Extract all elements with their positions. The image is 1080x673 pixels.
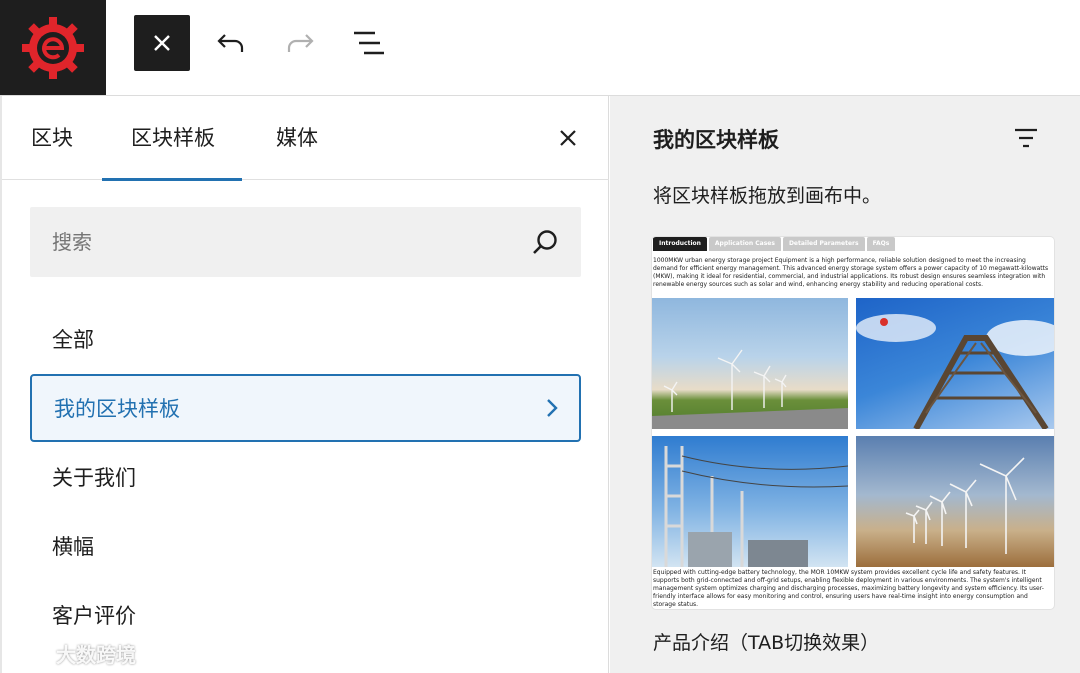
next-pattern-title[interactable]: 产品介绍（TAB切换效果） — [653, 628, 879, 655]
category-label: 全部 — [52, 328, 94, 352]
close-inserter-button[interactable] — [134, 15, 190, 71]
search-box — [30, 207, 581, 277]
search-icon[interactable] — [530, 228, 560, 258]
close-icon — [154, 35, 170, 51]
tab-patterns[interactable]: 区块样板 — [102, 122, 242, 181]
desert-wind-farm-image — [856, 436, 1054, 567]
pattern-tab: Introduction — [653, 237, 707, 251]
pattern-tab: Detailed Parameters — [782, 237, 865, 251]
substation-image — [652, 436, 848, 567]
category-all[interactable]: 全部 — [30, 305, 581, 373]
pattern-tab: FAQs — [866, 237, 896, 251]
close-icon — [560, 130, 576, 146]
filter-icon — [1015, 128, 1037, 148]
category-my-patterns[interactable]: 我的区块样板 — [30, 374, 581, 442]
preview-hint: 将区块样板拖放到画布中。 — [653, 185, 882, 207]
tab-blocks[interactable]: 区块 — [31, 122, 73, 180]
pattern-outro-text: Equipped with cutting-edge battery techn… — [653, 569, 1044, 608]
category-about-us[interactable]: 关于我们 — [30, 443, 581, 511]
search-input[interactable] — [52, 207, 512, 277]
undo-icon — [217, 34, 244, 52]
preview-title: 我的区块样板 — [653, 128, 779, 152]
gear-logo-icon — [22, 16, 84, 79]
watermark: 大数跨境 — [10, 638, 136, 668]
top-toolbar — [0, 0, 1080, 96]
filter-button[interactable] — [1008, 122, 1044, 154]
watermark-logo-icon — [10, 644, 50, 664]
inserter-tabs: 区块 区块样板 媒体 — [2, 96, 609, 181]
category-label: 我的区块样板 — [54, 397, 180, 421]
document-overview-button[interactable] — [341, 15, 397, 71]
redo-button[interactable] — [272, 15, 328, 71]
undo-button[interactable] — [203, 15, 259, 71]
category-label: 关于我们 — [52, 466, 136, 490]
pattern-tab: Application Cases — [708, 237, 781, 251]
pattern-card[interactable]: Introduction Application Cases Detailed … — [652, 237, 1054, 609]
site-logo[interactable] — [0, 0, 106, 95]
inserter-panel: 区块 区块样板 媒体 全部 我的区块样板 关于我们 横幅 客户评价 — [0, 96, 609, 673]
wind-turbines-road-image — [652, 298, 848, 429]
redo-icon — [287, 34, 314, 52]
watermark-text: 大数跨境 — [56, 642, 136, 667]
pattern-intro-text: 1000MKW urban energy storage project Equ… — [653, 257, 1049, 288]
category-label: 横幅 — [52, 535, 94, 559]
list-view-icon — [354, 31, 384, 55]
pattern-tabs: Introduction Application Cases Detailed … — [653, 237, 896, 251]
pattern-preview-panel: 我的区块样板 将区块样板拖放到画布中。 Introduction Applica… — [610, 96, 1080, 673]
tab-media[interactable]: 媒体 — [276, 122, 318, 180]
transmission-tower-image — [856, 298, 1054, 429]
close-panel-button[interactable] — [550, 120, 586, 156]
chevron-right-icon — [547, 399, 558, 417]
category-label: 客户评价 — [52, 604, 136, 628]
category-banners[interactable]: 横幅 — [30, 512, 581, 580]
